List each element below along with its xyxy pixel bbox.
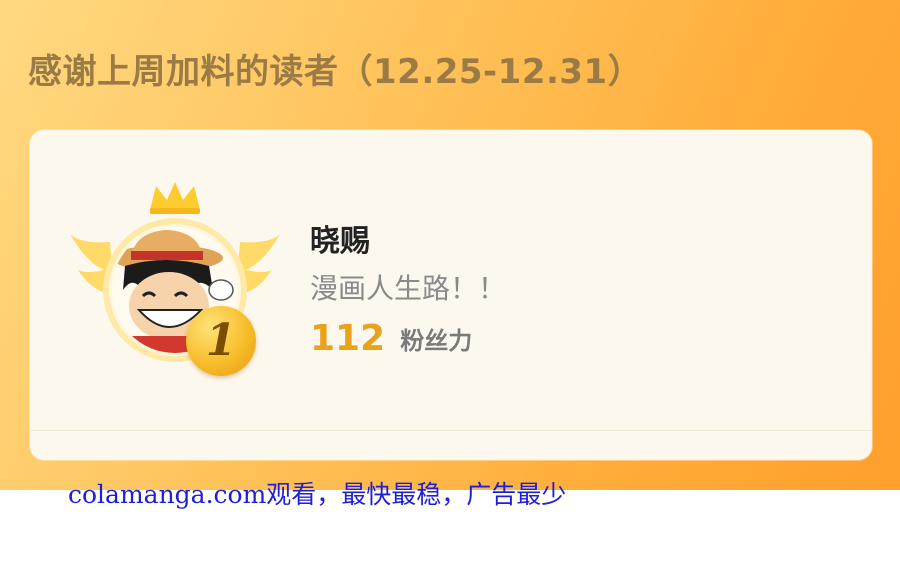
rank-badge: 1 [186, 306, 256, 376]
banner-background: 感谢上周加料的读者（12.25-12.31） 1 晓赐 漫画人生路！！ 112 … [0, 0, 900, 490]
fan-power-row: 112 粉丝力 [310, 318, 472, 359]
page-title: 感谢上周加料的读者（12.25-12.31） [28, 52, 643, 92]
reader-card[interactable]: 1 晓赐 漫画人生路！！ 112 粉丝力 [30, 130, 872, 460]
fan-power-label: 粉丝力 [400, 327, 473, 355]
card-divider [30, 430, 872, 431]
fan-power-value: 112 [310, 318, 386, 359]
reader-name: 晓赐 [310, 224, 370, 259]
watermark-text: colamanga.com观看，最快最稳，广告最少 [68, 480, 567, 509]
reader-motto: 漫画人生路！！ [310, 272, 507, 305]
